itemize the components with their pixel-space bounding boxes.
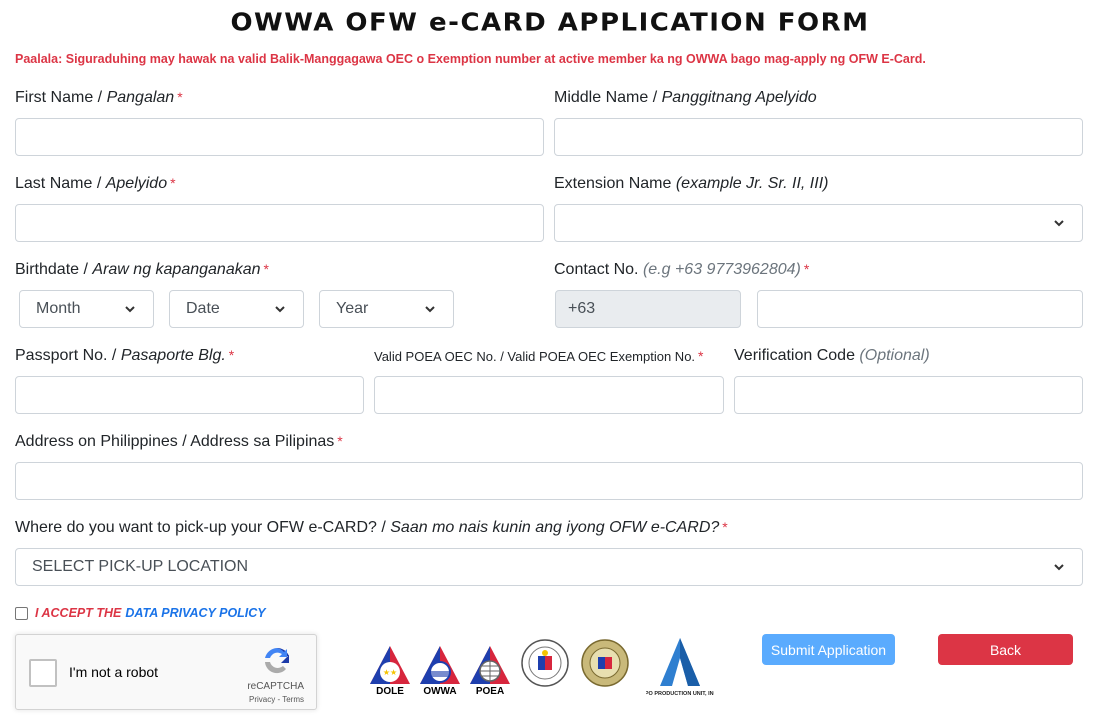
verification-input[interactable]: [734, 376, 1083, 414]
required-marker: *: [170, 175, 176, 191]
passport-label: Passport No. / Pasaporte Blg. *: [15, 347, 234, 365]
verification-label: Verification Code (Optional): [734, 347, 930, 365]
pickup-location-select[interactable]: SELECT PICK-UP LOCATION: [15, 548, 1083, 586]
birth-year-select[interactable]: Year: [319, 290, 454, 328]
extension-name-select[interactable]: [554, 204, 1083, 242]
chevron-down-icon: [1054, 217, 1066, 229]
back-button[interactable]: Back: [938, 634, 1073, 665]
immigration-seal-icon: [581, 639, 629, 687]
select-value: Date: [186, 300, 220, 317]
label-en: Birthdate /: [15, 261, 88, 278]
notice-text: Paalala: Siguraduhing may hawak na valid…: [15, 52, 926, 66]
required-marker: *: [263, 261, 269, 277]
dole-logo-icon: ★★ DOLE: [370, 646, 410, 696]
privacy-policy-link[interactable]: DATA PRIVACY POLICY: [125, 606, 265, 620]
required-marker: *: [803, 261, 810, 277]
last-name-input[interactable]: [15, 204, 544, 242]
recaptcha-checkbox[interactable]: [29, 659, 57, 687]
poea-logo-icon: POEA: [470, 646, 510, 696]
label-en: Valid POEA OEC No. / Valid POEA OEC Exem…: [374, 349, 696, 364]
dfa-seal-icon: [521, 639, 569, 687]
required-marker: *: [228, 347, 235, 363]
svg-text:OWWA: OWWA: [423, 686, 456, 696]
chevron-down-icon: [275, 303, 287, 315]
label-tl: Pasaporte Blg.: [120, 347, 226, 364]
required-marker: *: [722, 519, 728, 535]
label-hint: (e.g +63 9773962804): [642, 261, 801, 278]
label-en: Middle Name /: [554, 89, 658, 106]
privacy-consent: I ACCEPT THE DATA PRIVACY POLICY: [15, 606, 266, 620]
pickup-label: Where do you want to pick-up your OFW e-…: [15, 519, 728, 537]
required-marker: *: [698, 348, 704, 364]
label-hint: (Optional): [859, 347, 930, 364]
select-value: Year: [336, 300, 369, 317]
required-marker: *: [177, 89, 183, 105]
label-en: Last Name /: [15, 175, 102, 192]
country-code-input: [555, 290, 741, 328]
svg-text:POEA: POEA: [476, 686, 504, 696]
accept-text: I ACCEPT THE: [35, 606, 122, 620]
first-name-input[interactable]: [15, 118, 544, 156]
apo-logo-icon: APO PRODUCTION UNIT, INC.: [646, 638, 714, 697]
svg-text:DOLE: DOLE: [376, 686, 404, 696]
extension-name-label: Extension Name (example Jr. Sr. II, III): [554, 175, 828, 193]
recaptcha-widget: I'm not a robot reCAPTCHA Privacy - Term…: [15, 634, 317, 710]
label-en: Where do you want to pick-up your OFW e-…: [15, 519, 386, 536]
label-hint: (example Jr. Sr. II, III): [675, 175, 829, 192]
chevron-down-icon: [125, 303, 137, 315]
label-en: Verification Code: [734, 347, 855, 364]
page-title: OWWA OFW e-CARD APPLICATION FORM: [230, 8, 870, 38]
birth-date-select[interactable]: Date: [169, 290, 304, 328]
label-en: Extension Name: [554, 175, 672, 192]
label-tl: Pangalan: [106, 89, 175, 106]
first-name-label: First Name / Pangalan *: [15, 89, 183, 107]
birthdate-label: Birthdate / Araw ng kapanganakan *: [15, 261, 269, 279]
label-tl: Apelyido: [105, 175, 168, 192]
middle-name-input[interactable]: [554, 118, 1083, 156]
label-en: First Name /: [15, 89, 103, 106]
contact-label: Contact No. (e.g +63 9773962804) *: [554, 261, 809, 279]
privacy-checkbox[interactable]: [15, 606, 28, 620]
recaptcha-links[interactable]: Privacy - Terms: [249, 695, 304, 704]
label-tl: Panggitnang Apelyido: [661, 89, 817, 106]
label-en: Address on Philippines / Address sa Pili…: [15, 433, 335, 450]
recaptcha-logo-icon: [265, 648, 289, 674]
required-marker: *: [337, 433, 343, 449]
contact-number-input[interactable]: [757, 290, 1083, 328]
last-name-label: Last Name / Apelyido *: [15, 175, 176, 193]
submit-application-button[interactable]: Submit Application: [762, 634, 895, 665]
oec-label: Valid POEA OEC No. / Valid POEA OEC Exem…: [374, 348, 704, 364]
chevron-down-icon: [1054, 561, 1066, 573]
address-input[interactable]: [15, 462, 1083, 500]
recaptcha-brand: reCAPTCHA: [247, 681, 304, 692]
select-value: SELECT PICK-UP LOCATION: [32, 558, 249, 575]
svg-text:★★: ★★: [383, 668, 397, 677]
oec-input[interactable]: [374, 376, 724, 414]
middle-name-label: Middle Name / Panggitnang Apelyido: [554, 89, 817, 107]
owwa-logo-icon: OWWA: [420, 646, 460, 696]
svg-text:APO PRODUCTION UNIT, INC.: APO PRODUCTION UNIT, INC.: [646, 691, 714, 697]
address-label: Address on Philippines / Address sa Pili…: [15, 433, 343, 451]
recaptcha-label: I'm not a robot: [69, 664, 159, 680]
label-tl: Araw ng kapanganakan: [92, 261, 261, 278]
label-en: Contact No.: [554, 261, 639, 278]
select-value: Month: [36, 300, 81, 317]
birth-month-select[interactable]: Month: [19, 290, 154, 328]
label-en: Passport No. /: [15, 347, 117, 364]
label-tl: Saan mo nais kunin ang iyong OFW e-CARD?: [390, 519, 720, 536]
chevron-down-icon: [425, 303, 437, 315]
passport-input[interactable]: [15, 376, 364, 414]
